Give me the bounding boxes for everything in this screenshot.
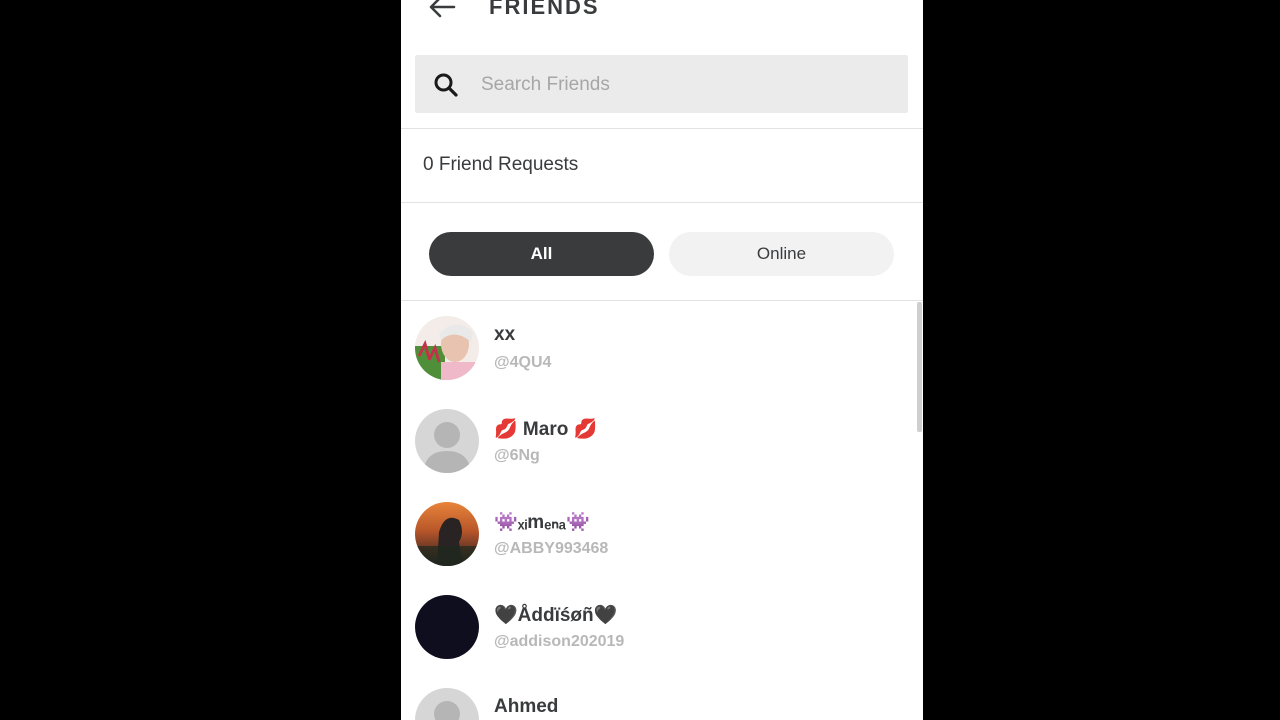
friend-display-name: Ahmed (494, 696, 559, 717)
friend-display-name: xx (494, 324, 516, 345)
avatar (415, 502, 479, 566)
avatar (415, 316, 479, 380)
friend-list-item[interactable]: 💋 Maro 💋 @6Ng (415, 409, 895, 475)
friend-username: @ABBY993468 (494, 540, 609, 557)
filter-all-button[interactable]: All (429, 232, 654, 276)
friend-display-name: 💋 Maro 💋 (494, 419, 598, 440)
friend-list-item[interactable]: xx @4QU4 (415, 316, 895, 382)
back-button[interactable] (427, 0, 457, 22)
friend-list-item[interactable]: 👾ₓᵢmₑₙₐ👾 @ABBY993468 (415, 502, 895, 568)
default-avatar-icon (415, 409, 479, 473)
friend-list-item[interactable]: Ahmed (415, 688, 895, 720)
page-title: FRIENDS (489, 0, 600, 19)
divider (401, 202, 923, 203)
header: FRIENDS (401, 0, 923, 30)
divider (401, 300, 923, 301)
friend-username: @4QU4 (494, 354, 552, 371)
filter-online-button[interactable]: Online (669, 232, 894, 276)
friend-username: @addison202019 (494, 633, 625, 650)
scrollbar[interactable] (917, 302, 922, 432)
friend-username: @6Ng (494, 447, 540, 464)
search-bar[interactable] (415, 55, 908, 113)
avatar (415, 595, 479, 659)
search-input[interactable] (479, 69, 893, 101)
arrow-left-icon (429, 0, 456, 18)
friends-screen: FRIENDS 0 Friend Requests All Online xx … (401, 0, 923, 720)
search-icon (434, 73, 458, 97)
friend-list-item[interactable]: 🖤Åddïśøñ🖤 @addison202019 (415, 595, 895, 661)
friend-display-name: 🖤Åddïśøñ🖤 (494, 605, 618, 626)
friend-display-name: 👾ₓᵢmₑₙₐ👾 (494, 512, 590, 533)
friend-requests-link[interactable]: 0 Friend Requests (423, 154, 578, 176)
divider (401, 128, 923, 129)
default-avatar-icon (415, 688, 479, 720)
